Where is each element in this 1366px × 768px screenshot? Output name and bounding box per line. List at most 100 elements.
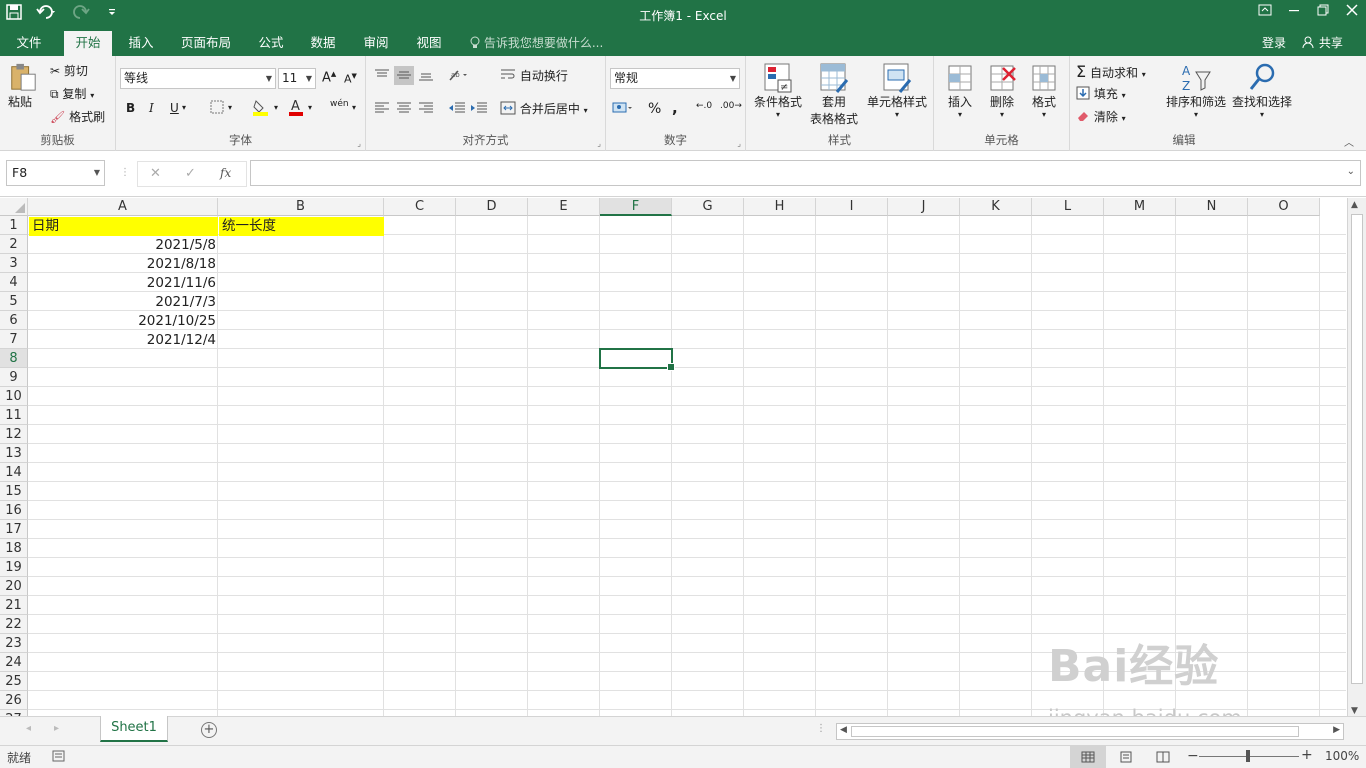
cell-a3[interactable]: 2021/8/18 [29, 255, 219, 274]
ribbon-display-icon[interactable] [1250, 0, 1279, 28]
align-bottom-icon[interactable] [418, 68, 434, 85]
page-break-view-icon[interactable] [1156, 751, 1170, 766]
column-header-b[interactable]: B [218, 198, 384, 216]
row-header-7[interactable]: 7 [0, 330, 28, 349]
scroll-thumb[interactable] [1351, 214, 1363, 684]
zoom-in-icon[interactable]: + [1301, 747, 1313, 763]
formula-input[interactable]: ⌄ [250, 160, 1361, 186]
column-header-h[interactable]: H [744, 198, 816, 216]
format-cells-button[interactable]: 格式 ▾ [1026, 62, 1062, 119]
format-as-table-button[interactable]: 套用 表格格式 [806, 62, 862, 127]
cancel-icon[interactable]: ✕ [150, 166, 161, 181]
column-header-m[interactable]: M [1104, 198, 1176, 216]
dialog-launcher-icon[interactable]: ⌟ [737, 139, 741, 148]
zoom-out-icon[interactable]: − [1187, 748, 1199, 764]
merge-center-button[interactable]: 合并后居中 ▾ [500, 100, 588, 117]
row-header-2[interactable]: 2 [0, 235, 28, 254]
underline-dropdown-icon[interactable]: ▾ [182, 103, 186, 112]
tab-home[interactable]: 开始 [64, 31, 112, 56]
row-header-4[interactable]: 4 [0, 273, 28, 292]
cell-a5[interactable]: 2021/7/3 [29, 293, 219, 312]
minimize-icon[interactable] [1279, 0, 1308, 28]
cell-a4[interactable]: 2021/11/6 [29, 274, 219, 293]
copy-button[interactable]: ⧉ 复制 ▾ [50, 85, 94, 102]
bold-button[interactable]: B [126, 101, 135, 115]
italic-button[interactable]: I [149, 101, 154, 115]
vertical-scrollbar[interactable]: ▲ ▼ [1347, 198, 1366, 718]
sheet-tab-sheet1[interactable]: Sheet1 [100, 716, 168, 742]
column-header-c[interactable]: C [384, 198, 456, 216]
row-header-1[interactable]: 1 [0, 216, 28, 235]
column-header-e[interactable]: E [528, 198, 600, 216]
row-header-9[interactable]: 9 [0, 368, 28, 387]
zoom-slider-thumb[interactable] [1246, 750, 1250, 762]
scroll-down-icon[interactable]: ▼ [1351, 706, 1358, 716]
orientation-icon[interactable]: ab [448, 68, 470, 85]
conditional-format-button[interactable]: ≠ 条件格式 ▾ [752, 62, 804, 119]
column-header-o[interactable]: O [1248, 198, 1320, 216]
row-header-11[interactable]: 11 [0, 406, 28, 425]
cell-a1[interactable]: 日期 [29, 217, 218, 236]
column-header-a[interactable]: A [28, 198, 218, 216]
row-header-20[interactable]: 20 [0, 577, 28, 596]
currency-icon[interactable] [612, 100, 634, 119]
enter-icon[interactable]: ✓ [185, 166, 196, 181]
next-sheet-icon[interactable]: ▸ [54, 723, 59, 734]
select-all-corner[interactable] [0, 198, 28, 216]
sort-filter-button[interactable]: AZ 排序和筛选 ▾ [1164, 62, 1228, 119]
increase-font-icon[interactable]: A▲ [322, 70, 336, 85]
tab-view[interactable]: 视图 [408, 31, 450, 56]
row-header-15[interactable]: 15 [0, 482, 28, 501]
comma-button[interactable]: , [672, 99, 678, 117]
font-name-select[interactable]: 等线 ▼ [120, 68, 276, 89]
tab-insert[interactable]: 插入 [120, 31, 162, 56]
row-header-22[interactable]: 22 [0, 615, 28, 634]
fill-color-icon[interactable] [252, 98, 270, 119]
tab-review[interactable]: 审阅 [355, 31, 397, 56]
row-header-21[interactable]: 21 [0, 596, 28, 615]
tab-file[interactable]: 文件 [6, 31, 52, 56]
row-header-24[interactable]: 24 [0, 653, 28, 672]
insert-cells-button[interactable]: 插入 ▾ [942, 62, 978, 119]
prev-sheet-icon[interactable]: ◂ [26, 723, 31, 734]
fill-button[interactable]: 填充 ▾ [1076, 85, 1126, 102]
phonetic-icon[interactable]: wén [330, 99, 349, 109]
row-header-13[interactable]: 13 [0, 444, 28, 463]
collapse-ribbon-icon[interactable]: ︿ [1344, 134, 1354, 149]
tab-formulas[interactable]: 公式 [250, 31, 292, 56]
delete-cells-button[interactable]: 删除 ▾ [984, 62, 1020, 119]
login-link[interactable]: 登录 [1262, 31, 1286, 55]
row-header-19[interactable]: 19 [0, 558, 28, 577]
align-middle-icon[interactable] [394, 66, 414, 85]
underline-button[interactable]: U [170, 101, 179, 115]
normal-view-icon[interactable] [1070, 746, 1106, 768]
cell-a2[interactable]: 2021/5/8 [29, 236, 219, 255]
cell-b1[interactable]: 统一长度 [219, 217, 384, 236]
border-dropdown-icon[interactable]: ▾ [228, 103, 232, 112]
find-select-button[interactable]: 查找和选择 ▾ [1230, 62, 1294, 119]
row-header-23[interactable]: 23 [0, 634, 28, 653]
add-sheet-icon[interactable]: + [201, 722, 217, 738]
restore-icon[interactable] [1308, 0, 1337, 28]
format-painter-button[interactable]: 🖌 格式刷 [50, 108, 105, 125]
macro-record-icon[interactable] [52, 750, 65, 765]
font-color-dropdown-icon[interactable]: ▾ [308, 103, 312, 112]
cell-a7[interactable]: 2021/12/4 [29, 331, 219, 350]
paste-button[interactable]: 粘贴 [8, 62, 38, 110]
row-header-5[interactable]: 5 [0, 292, 28, 311]
cell-a6[interactable]: 2021/10/25 [29, 312, 219, 331]
align-top-icon[interactable] [374, 68, 390, 85]
fill-dropdown-icon[interactable]: ▾ [274, 103, 278, 112]
dialog-launcher-icon[interactable]: ⌟ [597, 139, 601, 148]
close-icon[interactable] [1337, 0, 1366, 28]
row-header-10[interactable]: 10 [0, 387, 28, 406]
dialog-launcher-icon[interactable]: ⌟ [357, 139, 361, 148]
row-header-26[interactable]: 26 [0, 691, 28, 710]
increase-decimal-icon[interactable]: ←.0 [696, 101, 712, 111]
column-header-d[interactable]: D [456, 198, 528, 216]
column-header-f[interactable]: F [600, 198, 672, 216]
page-layout-view-icon[interactable] [1119, 751, 1133, 766]
row-header-8[interactable]: 8 [0, 349, 28, 368]
scroll-right-icon[interactable]: ▶ [1333, 725, 1340, 735]
increase-indent-icon[interactable] [470, 101, 488, 118]
